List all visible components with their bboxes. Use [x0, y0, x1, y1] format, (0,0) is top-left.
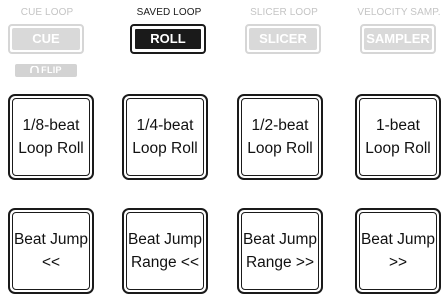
- cue-button-label: CUE: [12, 28, 80, 50]
- mode-caption-velocity-samp: VELOCITY SAMP.: [357, 7, 441, 18]
- pad-label-line1: 1/2-beat: [251, 117, 309, 134]
- pad-label-line2: Range >>: [245, 254, 315, 271]
- pad-face: Beat Jump >>: [359, 212, 437, 290]
- pad-label-line1: 1/4-beat: [136, 117, 194, 134]
- pad-label-line2: Loop Roll: [132, 140, 198, 157]
- pad-face: 1/2-beat Loop Roll: [241, 98, 319, 176]
- roll-mode-button[interactable]: ROLL: [130, 24, 206, 54]
- slicer-mode-button[interactable]: SLICER: [245, 24, 321, 54]
- pad-1-8-beat-loop-roll[interactable]: 1/8-beat Loop Roll: [8, 94, 94, 180]
- pad-1-beat-loop-roll[interactable]: 1-beat Loop Roll: [355, 94, 441, 180]
- pad-beat-jump-forward[interactable]: Beat Jump >>: [355, 208, 441, 294]
- pad-1-4-beat-loop-roll[interactable]: 1/4-beat Loop Roll: [122, 94, 208, 180]
- mode-caption-cue-loop: CUE LOOP: [20, 7, 74, 18]
- roll-button-label: ROLL: [134, 28, 202, 50]
- pad-beat-jump-range-up[interactable]: Beat Jump Range >>: [237, 208, 323, 294]
- pad-face: 1/8-beat Loop Roll: [12, 98, 90, 176]
- pad-label-line1: Beat Jump: [242, 231, 318, 248]
- pad-label-line1: 1-beat: [376, 117, 420, 134]
- mode-caption-saved-loop: SAVED LOOP: [136, 7, 202, 18]
- slicer-button-label: SLICER: [249, 28, 317, 50]
- pad-label-line1: Beat Jump: [360, 231, 436, 248]
- flip-label: FLIP: [41, 65, 62, 75]
- pad-face: Beat Jump Range <<: [126, 212, 204, 290]
- pad-label-line2: Loop Roll: [365, 140, 431, 157]
- pad-face: 1-beat Loop Roll: [359, 98, 437, 176]
- pad-label-line2: >>: [388, 254, 408, 271]
- cue-mode-button[interactable]: CUE: [8, 24, 84, 54]
- mode-caption-slicer-loop: SLICER LOOP: [250, 7, 318, 18]
- pad-label-line1: 1/8-beat: [22, 117, 80, 134]
- pad-face: 1/4-beat Loop Roll: [126, 98, 204, 176]
- pad-face: Beat Jump Range >>: [241, 212, 319, 290]
- sampler-mode-button[interactable]: SAMPLER: [360, 24, 436, 54]
- pad-label-line2: Range <<: [130, 254, 200, 271]
- pad-face: Beat Jump <<: [12, 212, 90, 290]
- pad-1-2-beat-loop-roll[interactable]: 1/2-beat Loop Roll: [237, 94, 323, 180]
- pad-label-line2: Loop Roll: [18, 140, 84, 157]
- pad-label-line2: <<: [41, 254, 61, 271]
- pad-label-line2: Loop Roll: [247, 140, 313, 157]
- pad-beat-jump-back[interactable]: Beat Jump <<: [8, 208, 94, 294]
- pad-label-line1: Beat Jump: [127, 231, 203, 248]
- pad-label-line1: Beat Jump: [13, 231, 89, 248]
- pad-beat-jump-range-down[interactable]: Beat Jump Range <<: [122, 208, 208, 294]
- flip-badge: FLIP: [15, 64, 77, 77]
- sampler-button-label: SAMPLER: [364, 28, 432, 50]
- shift-icon: [30, 65, 39, 73]
